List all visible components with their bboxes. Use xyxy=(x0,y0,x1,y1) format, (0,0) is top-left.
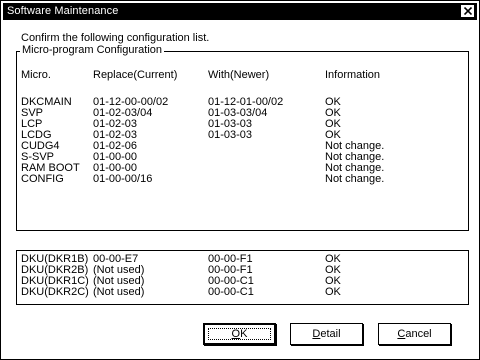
cancel-button[interactable]: Cancel xyxy=(378,323,451,345)
detail-button-label: Detail xyxy=(312,328,341,340)
close-button[interactable] xyxy=(461,5,474,17)
micro-program-group-label: Micro-program Configuration xyxy=(20,44,164,56)
detail-button[interactable]: Detail xyxy=(290,323,363,345)
instruction-text: Confirm the following configuration list… xyxy=(21,32,210,44)
ok-focus-rect xyxy=(208,328,271,340)
title-bar[interactable]: Software Maintenance xyxy=(3,3,477,20)
column-header-replace: Replace(Current) xyxy=(93,69,178,81)
ok-button[interactable]: OK xyxy=(203,323,276,345)
dku-current: (Not used) xyxy=(93,286,145,298)
column-header-with: With(Newer) xyxy=(208,69,270,81)
dku-information: OK xyxy=(325,286,341,298)
dku-newer: 00-00-C1 xyxy=(208,286,254,298)
column-header-micro: Micro. xyxy=(21,69,51,81)
column-header-information: Information xyxy=(325,69,381,81)
cancel-button-label: Cancel xyxy=(397,328,432,340)
window-title: Software Maintenance xyxy=(7,5,119,17)
close-icon xyxy=(464,7,472,15)
micro-row-micro-name: CONFIG xyxy=(21,173,64,185)
micro-row-replace-current: 01-00-00/16 xyxy=(93,173,153,185)
micro-row-information: Not change. xyxy=(325,173,385,185)
dku-name: DKU(DKR2C) xyxy=(21,286,89,298)
micro-row-with-newer: 01-03-03 xyxy=(208,129,253,141)
